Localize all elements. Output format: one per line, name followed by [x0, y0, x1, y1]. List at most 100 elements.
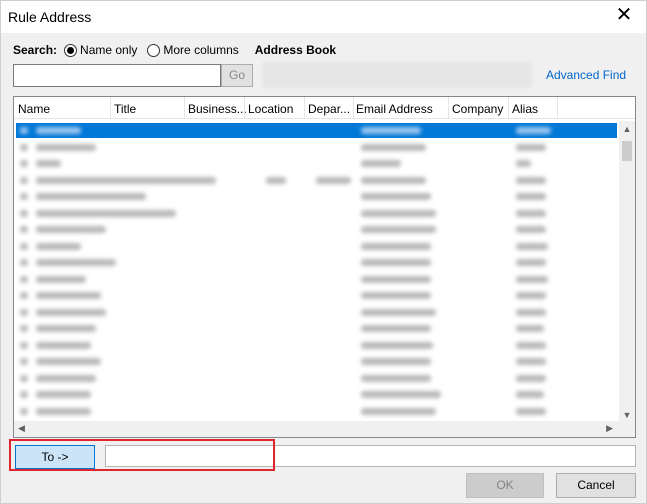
blurred-cell: [36, 259, 116, 266]
blurred-cell: [36, 292, 101, 299]
table-row[interactable]: [16, 288, 617, 303]
blurred-cell: [36, 176, 216, 184]
table-row[interactable]: [16, 123, 617, 138]
table-row[interactable]: [16, 173, 617, 188]
more-columns-radio[interactable]: [147, 43, 161, 57]
blurred-cell: [36, 127, 81, 134]
search-label: Search:: [13, 43, 58, 57]
blurred-cell: [516, 127, 551, 134]
blurred-cell: [36, 242, 81, 250]
blurred-cell: [361, 226, 436, 233]
name-only-radio[interactable]: [64, 43, 78, 57]
column-header: Name Title Business... Location Depar...…: [14, 97, 635, 119]
vertical-scrollbar[interactable]: ▲ ▼: [619, 121, 635, 422]
column-header-email[interactable]: Email Address: [356, 102, 433, 116]
blurred-cell: [516, 407, 546, 415]
search-input[interactable]: [13, 64, 221, 87]
column-header-company[interactable]: Company: [452, 102, 503, 116]
blurred-cell: [36, 325, 96, 332]
table-row[interactable]: [16, 222, 617, 237]
table-row[interactable]: [16, 321, 617, 336]
table-row[interactable]: [16, 387, 617, 402]
contact-icon: [20, 391, 28, 398]
contact-icon: [20, 259, 28, 266]
blurred-cell: [361, 127, 421, 134]
table-row[interactable]: [16, 338, 617, 353]
column-separator[interactable]: [244, 97, 245, 119]
more-columns-label[interactable]: More columns: [163, 43, 238, 57]
blurred-cell: [361, 325, 431, 332]
table-row[interactable]: [16, 189, 617, 204]
highlight-box: [9, 439, 275, 471]
dialog-title: Rule Address: [8, 9, 92, 25]
blurred-cell: [36, 160, 61, 167]
column-header-name[interactable]: Name: [18, 102, 50, 116]
table-row[interactable]: [16, 140, 617, 155]
address-list[interactable]: Name Title Business... Location Depar...…: [13, 96, 636, 438]
table-row[interactable]: [16, 156, 617, 171]
blurred-cell: [361, 341, 433, 349]
blurred-cell: [516, 242, 548, 250]
blurred-cell: [361, 143, 426, 151]
column-separator[interactable]: [184, 97, 185, 119]
blurred-cell: [36, 341, 91, 349]
blurred-cell: [361, 160, 401, 167]
column-header-alias[interactable]: Alias: [512, 102, 538, 116]
blurred-cell: [36, 209, 176, 217]
column-separator[interactable]: [304, 97, 305, 119]
contact-icon: [20, 226, 28, 233]
title-bar: Rule Address ✕: [1, 1, 646, 33]
blurred-cell: [516, 193, 546, 200]
table-row[interactable]: [16, 255, 617, 270]
scroll-thumb[interactable]: [622, 141, 632, 161]
blurred-cell: [36, 374, 96, 382]
table-row[interactable]: [16, 272, 617, 287]
close-icon[interactable]: ✕: [612, 4, 636, 28]
column-separator[interactable]: [110, 97, 111, 119]
blurred-cell: [361, 209, 436, 217]
table-row[interactable]: [16, 371, 617, 386]
blurred-cell: [516, 292, 546, 299]
blurred-cell: [516, 341, 546, 349]
go-button[interactable]: Go: [221, 64, 253, 87]
column-separator[interactable]: [353, 97, 354, 119]
address-rows: [14, 121, 619, 421]
blurred-cell: [36, 275, 86, 283]
contact-icon: [20, 209, 28, 217]
column-header-title[interactable]: Title: [114, 102, 136, 116]
table-row[interactable]: [16, 354, 617, 369]
blurred-cell: [361, 242, 431, 250]
rule-address-dialog: Rule Address ✕ Search: Name only More co…: [0, 0, 647, 504]
column-separator[interactable]: [557, 97, 558, 119]
scroll-right-icon[interactable]: ▶: [606, 423, 613, 434]
column-header-location[interactable]: Location: [248, 102, 293, 116]
blurred-cell: [36, 407, 91, 415]
table-row[interactable]: [16, 305, 617, 320]
scroll-up-icon[interactable]: ▲: [619, 124, 635, 134]
blurred-cell: [516, 325, 544, 332]
blurred-cell: [36, 391, 91, 398]
blurred-cell: [361, 391, 441, 398]
name-only-label[interactable]: Name only: [80, 43, 137, 57]
column-header-business[interactable]: Business...: [188, 102, 247, 116]
contact-icon: [20, 407, 28, 415]
table-row[interactable]: [16, 239, 617, 254]
blurred-cell: [36, 358, 101, 365]
column-separator[interactable]: [508, 97, 509, 119]
scroll-left-icon[interactable]: ◀: [18, 423, 25, 434]
ok-button[interactable]: OK: [466, 473, 544, 498]
table-row[interactable]: [16, 404, 617, 419]
column-separator[interactable]: [448, 97, 449, 119]
blurred-cell: [516, 143, 546, 151]
advanced-find-link[interactable]: Advanced Find: [546, 68, 626, 82]
table-row[interactable]: [16, 206, 617, 221]
column-header-department[interactable]: Depar...: [308, 102, 350, 116]
horizontal-scrollbar[interactable]: ◀ ▶: [14, 421, 635, 437]
blurred-cell: [36, 226, 106, 233]
address-book-select[interactable]: [263, 63, 531, 87]
blurred-cell: [361, 292, 431, 299]
scroll-down-icon[interactable]: ▼: [619, 410, 635, 420]
blurred-cell: [516, 209, 546, 217]
blurred-cell: [316, 176, 351, 184]
cancel-button[interactable]: Cancel: [556, 473, 636, 498]
